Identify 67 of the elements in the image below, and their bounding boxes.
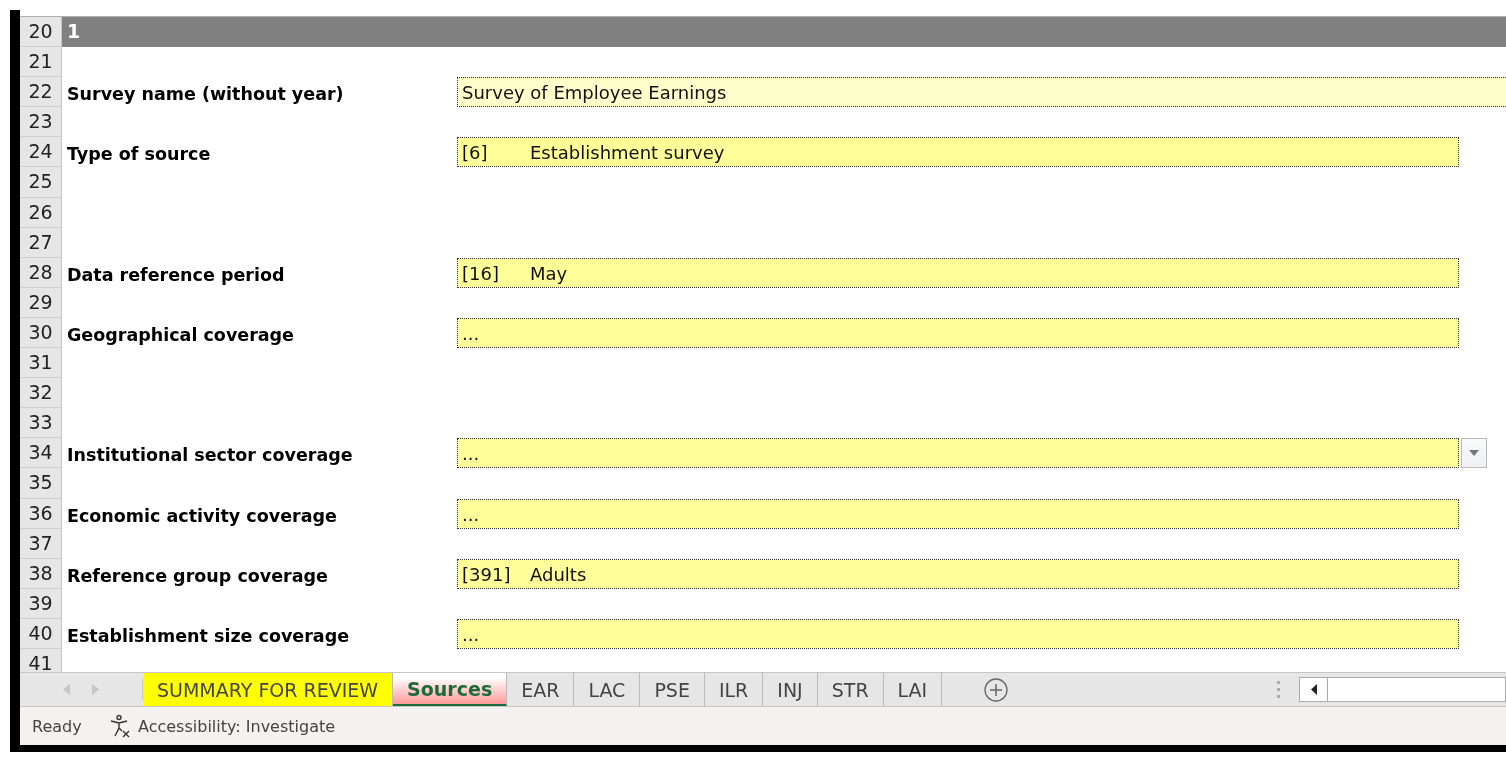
status-text: Ready [31, 716, 83, 736]
add-sheet-icon[interactable] [984, 677, 1009, 702]
sheet-tab[interactable]: SUMMARY FOR REVIEW [143, 673, 394, 706]
field-label: Type of source [67, 144, 211, 167]
row-number[interactable]: 31 [20, 348, 62, 379]
row-number[interactable]: 36 [20, 498, 62, 529]
sheet-tab[interactable]: ILR [704, 673, 764, 706]
field-value: Establishment survey [530, 142, 725, 164]
input-field[interactable]: [391] Adults [457, 558, 1459, 589]
row-number[interactable]: 26 [20, 197, 62, 228]
row-number[interactable]: 30 [20, 317, 62, 349]
row-number[interactable]: 21 [20, 47, 62, 78]
accessibility-status[interactable]: Accessibility: Investigate [138, 716, 336, 736]
row-number[interactable]: 35 [20, 468, 62, 499]
section-header: 1 [62, 17, 1506, 48]
input-field[interactable]: ... [457, 618, 1459, 649]
caret-icon [1469, 450, 1479, 457]
field-label: Data reference period [67, 264, 285, 287]
field-label: Establishment size coverage [67, 625, 350, 648]
dropdown-button[interactable] [1461, 438, 1487, 469]
scroll-left-icon[interactable] [1310, 684, 1317, 695]
input-field[interactable]: ... [457, 317, 1459, 349]
sheet-tab[interactable]: INJ [763, 673, 818, 706]
row-number[interactable]: 40 [20, 618, 62, 649]
field-value: Adults [530, 563, 587, 585]
accessibility-icon[interactable] [108, 714, 132, 738]
field-value: ... [462, 623, 480, 645]
row-number[interactable]: 24 [20, 137, 62, 168]
field-label: Institutional sector coverage [67, 445, 353, 468]
field-value: ... [462, 443, 480, 465]
field-code: [391] [462, 563, 512, 585]
field-value: May [530, 262, 568, 284]
row-number[interactable]: 37 [20, 528, 62, 559]
row-number[interactable]: 32 [20, 378, 62, 409]
row-number[interactable]: 41 [20, 648, 62, 672]
sheet-tab[interactable]: LAC [574, 673, 641, 706]
input-field[interactable]: [6] Establishment survey [457, 137, 1459, 168]
row-number[interactable]: 38 [20, 558, 62, 589]
field-label: Geographical coverage [67, 325, 294, 348]
row-number[interactable]: 23 [20, 107, 62, 138]
sheet-tab[interactable]: LAI [883, 673, 943, 706]
field-label: Reference group coverage [67, 565, 328, 588]
row-number[interactable]: 20 [20, 17, 62, 48]
sheet-tab[interactable]: Sources [393, 673, 508, 706]
sheet-tab[interactable]: STR [817, 673, 884, 706]
row-number[interactable]: 25 [20, 167, 62, 198]
input-field[interactable]: ... [457, 438, 1459, 469]
field-code: [16] [462, 262, 500, 284]
row-number[interactable]: 28 [20, 257, 62, 288]
field-code: [6] [462, 142, 489, 164]
row-number[interactable]: 22 [20, 77, 62, 108]
sheet-tab[interactable]: EAR [507, 673, 575, 706]
field-value: ... [462, 323, 480, 345]
field-label: Economic activity coverage [67, 505, 337, 528]
row-number[interactable]: 33 [20, 408, 62, 439]
field-label: Survey name (without year) [67, 84, 344, 107]
field-value: Survey of Employee Earnings [462, 82, 727, 104]
input-field[interactable]: ... [457, 498, 1459, 529]
horizontal-scrollbar[interactable] [1299, 677, 1506, 702]
field-value: ... [462, 503, 480, 525]
row-number[interactable]: 29 [20, 287, 62, 318]
row-number[interactable]: 27 [20, 227, 62, 258]
row-number[interactable]: 39 [20, 588, 62, 619]
input-field[interactable]: [16] May [457, 257, 1459, 288]
input-field[interactable]: Survey of Employee Earnings [457, 77, 1506, 108]
row-number[interactable]: 34 [20, 438, 62, 469]
sheet-tab[interactable]: PSE [640, 673, 705, 706]
